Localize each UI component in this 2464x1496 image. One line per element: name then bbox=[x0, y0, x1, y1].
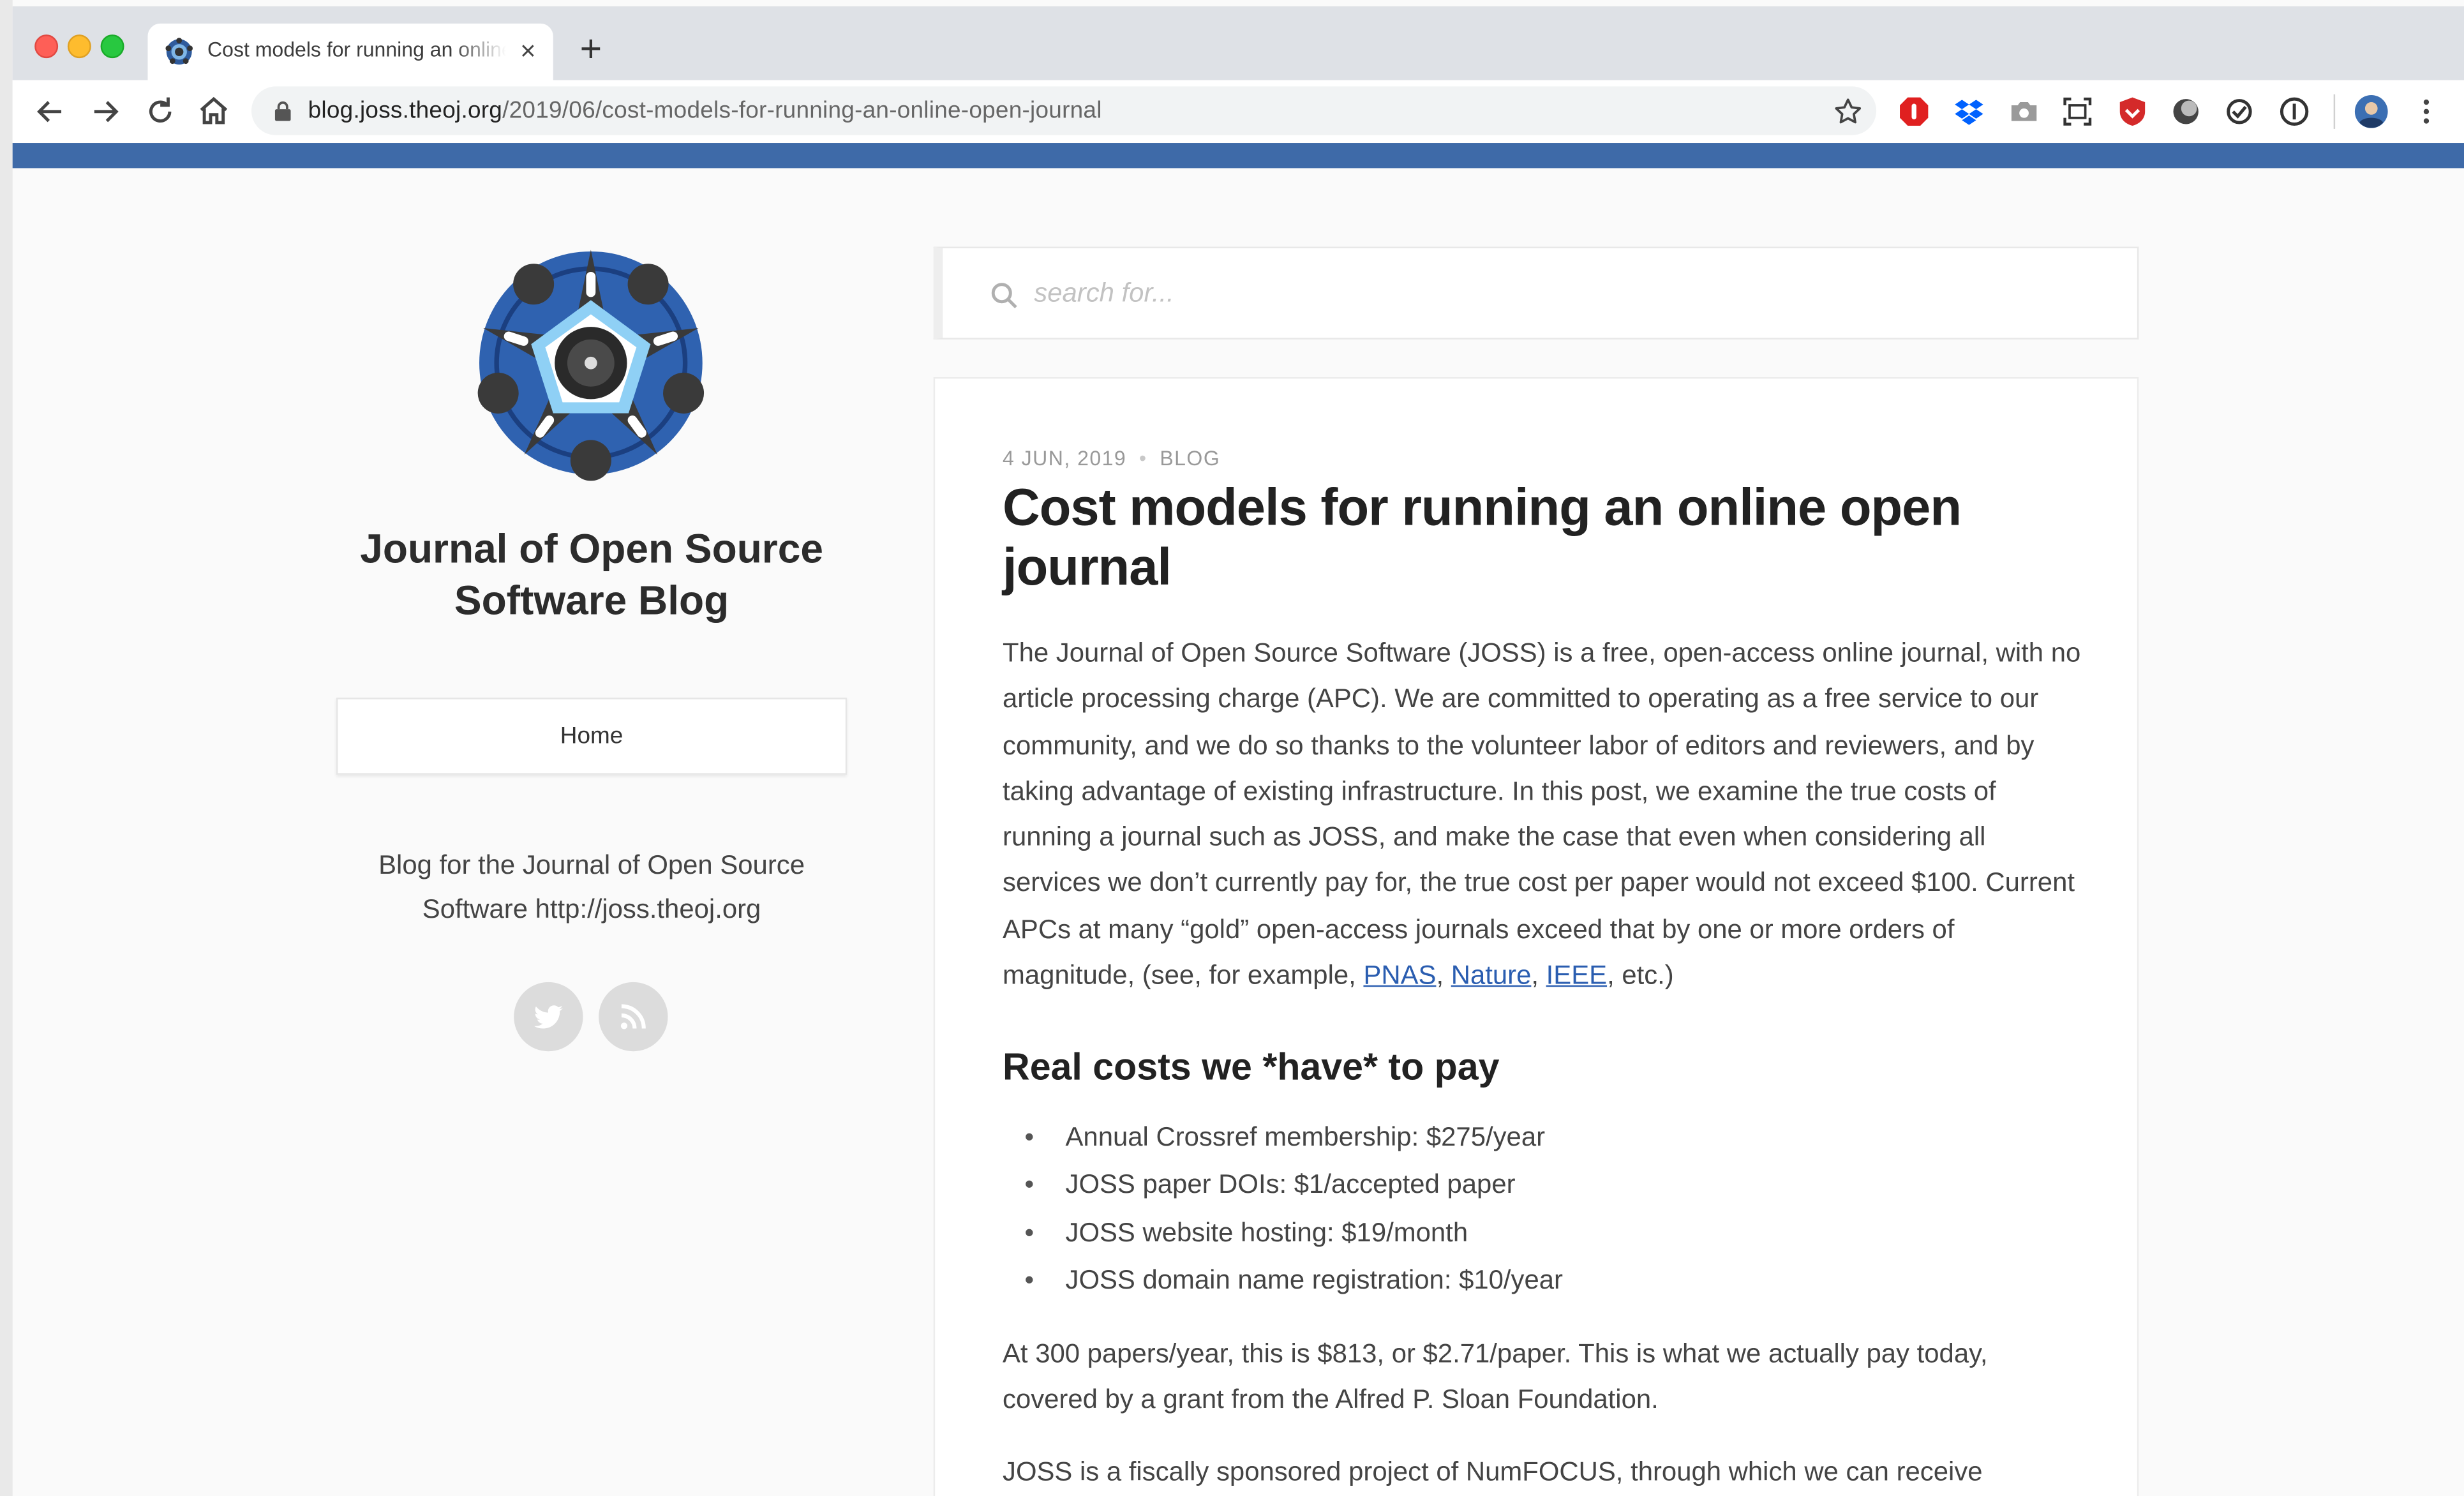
post-card: 4 JUN, 2019 • BLOG Cost models for running… bbox=[933, 377, 2139, 1496]
adblock-extension-icon[interactable] bbox=[1899, 96, 1930, 127]
post-meta: 4 JUN, 2019 • BLOG bbox=[1003, 446, 1220, 470]
more-menu-icon[interactable] bbox=[2410, 96, 2442, 127]
close-window-button[interactable] bbox=[34, 34, 59, 59]
list-item: Annual Crossref membership: $275/year bbox=[1003, 1114, 2071, 1163]
numfocus-paragraph: JOSS is a fiscally sponsored project of … bbox=[1003, 1456, 1983, 1487]
sync-extension-icon[interactable] bbox=[2223, 96, 2255, 127]
address-bar[interactable]: blog.joss.theoj.org/2019/06/cost-models-… bbox=[251, 86, 1877, 135]
bookmark-star-icon[interactable] bbox=[1832, 96, 1863, 127]
tab-close-icon[interactable]: × bbox=[514, 37, 542, 66]
tab-title: Cost models for running an online open j… bbox=[207, 38, 506, 62]
dropbox-extension-icon[interactable] bbox=[1953, 96, 1985, 127]
maximize-window-button[interactable] bbox=[100, 34, 124, 59]
camera-extension-icon[interactable] bbox=[2008, 96, 2040, 127]
twitter-icon bbox=[534, 1005, 563, 1029]
ieee-link[interactable]: IEEE bbox=[1546, 961, 1607, 991]
cost-summary-paragraph: At 300 papers/year, this is $813, or $2.… bbox=[1003, 1338, 1988, 1415]
post-category[interactable]: BLOG bbox=[1160, 446, 1220, 470]
rss-icon bbox=[620, 1004, 646, 1029]
home-icon[interactable] bbox=[195, 93, 232, 130]
site-description: Blog for the Journal of Open Source Soft… bbox=[378, 850, 805, 924]
window-edge bbox=[0, 0, 13, 1496]
rss-button[interactable] bbox=[599, 982, 668, 1052]
forward-icon[interactable] bbox=[86, 93, 124, 130]
toolbar-divider bbox=[2333, 94, 2336, 129]
screen: Cost models for running an online open j… bbox=[0, 0, 2464, 1496]
back-icon[interactable] bbox=[31, 93, 69, 130]
new-tab-button[interactable]: + bbox=[572, 28, 609, 72]
url-path: /2019/06/cost-models-for-running-an-onli… bbox=[502, 97, 1102, 124]
joss-logo-icon bbox=[477, 250, 705, 481]
profile-avatar-icon[interactable] bbox=[2354, 94, 2389, 129]
home-nav-button[interactable]: Home bbox=[336, 698, 847, 775]
post-title: Cost models for running an online open j… bbox=[1003, 477, 1962, 596]
joss-favicon-icon bbox=[165, 38, 193, 65]
intro-text: The Journal of Open Source Software (JOS… bbox=[1003, 638, 2081, 991]
reload-icon[interactable] bbox=[142, 93, 179, 130]
twitter-button[interactable] bbox=[514, 982, 583, 1052]
minimize-window-button[interactable] bbox=[67, 34, 91, 59]
search-input[interactable] bbox=[1034, 273, 1977, 315]
lock-icon bbox=[274, 101, 291, 121]
browser-toolbar: blog.joss.theoj.org/2019/06/cost-models-… bbox=[12, 80, 2464, 145]
nature-link[interactable]: Nature bbox=[1451, 961, 1532, 991]
url-text[interactable]: blog.joss.theoj.org/2019/06/cost-models-… bbox=[308, 98, 1102, 124]
section-heading: Real costs we *have* to pay bbox=[1003, 1046, 1500, 1089]
meta-separator: • bbox=[1139, 446, 1147, 470]
url-domain: blog.joss.theoj.org bbox=[308, 97, 503, 124]
link-separator: , bbox=[1436, 960, 1451, 991]
list-item: JOSS website hosting: $19/month bbox=[1003, 1209, 2071, 1258]
search-icon bbox=[991, 283, 1017, 309]
list-item: JOSS paper DOIs: $1/accepted paper bbox=[1003, 1162, 2071, 1211]
list-item: JOSS domain name registration: $10/year bbox=[1003, 1257, 2071, 1306]
link-separator: , bbox=[1531, 960, 1546, 991]
privacy-extension-icon[interactable] bbox=[2170, 96, 2202, 127]
site-header-bar bbox=[12, 143, 2464, 168]
post-date: 4 JUN, 2019 bbox=[1003, 446, 1127, 470]
password-manager-icon[interactable] bbox=[2278, 96, 2310, 127]
site-title[interactable]: Journal of Open Source Software Blog bbox=[336, 523, 847, 627]
search-box[interactable] bbox=[933, 246, 2139, 340]
shield-extension-icon[interactable] bbox=[2117, 96, 2148, 127]
browser-tab[interactable]: Cost models for running an online open j… bbox=[147, 23, 553, 80]
intro-end: , etc.) bbox=[1607, 960, 1674, 991]
cost-list: Annual Crossref membership: $275/year JO… bbox=[1003, 1114, 2071, 1306]
intro-paragraph: The Journal of Open Source Software (JOS… bbox=[1003, 630, 2087, 998]
pnas-link[interactable]: PNAS bbox=[1363, 961, 1436, 991]
screenshot-extension-icon[interactable] bbox=[2062, 96, 2093, 127]
